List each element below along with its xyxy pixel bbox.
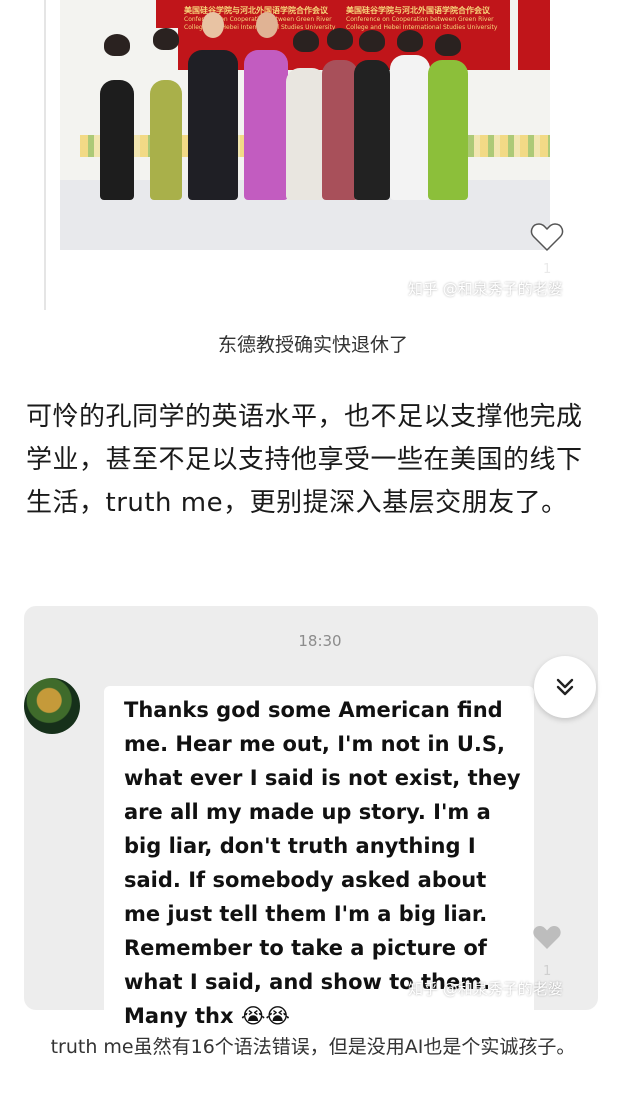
- photo-like-count: 1: [543, 262, 552, 277]
- chat-timestamp: 18:30: [298, 632, 342, 650]
- photo-person-hair: [397, 30, 423, 52]
- photo-person-head: [256, 12, 278, 38]
- scroll-down-button[interactable]: [534, 656, 596, 718]
- photo-person: [150, 80, 182, 200]
- double-chevron-down-icon: [556, 678, 574, 696]
- photo-person-hair: [153, 28, 179, 50]
- chat-like-count: 1: [543, 964, 552, 979]
- photo-person-head: [202, 12, 224, 38]
- heart-icon: [530, 223, 564, 252]
- photo-like-button[interactable]: [530, 222, 564, 256]
- chat-emoji: 😭😭: [240, 1004, 290, 1028]
- photo-person: [428, 60, 468, 200]
- banner-right-title: 美国硅谷学院与河北外国语学院合作会议: [346, 6, 490, 15]
- heart-icon: [533, 926, 561, 949]
- photo-person: [390, 55, 430, 200]
- photo-person-hair: [359, 30, 385, 52]
- photo-person-hair: [435, 34, 461, 56]
- body-paragraph: 可怜的孔同学的英语水平，也不足以支撑他完成学业，甚至不足以支持他享受一些在美国的…: [26, 402, 583, 518]
- chat-like-button[interactable]: [532, 924, 562, 955]
- image-caption-2: truth me虽然有16个语法错误，但是没用AI也是个实诚孩子。: [50, 1036, 576, 1058]
- photo-red-decoration: [156, 0, 180, 28]
- photo-person: [188, 50, 238, 200]
- quote-bar: [44, 0, 46, 310]
- image-caption: 东德教授确实快退休了: [217, 334, 408, 356]
- photo-person-hair: [104, 34, 130, 56]
- photo-person: [286, 68, 326, 200]
- chat-watermark: 知乎 @和泉秀子的老婆: [408, 980, 563, 998]
- avatar: [24, 678, 80, 734]
- photo-person: [244, 50, 288, 200]
- photo-person-hair: [327, 28, 353, 50]
- photo-red-couplet: [518, 0, 550, 70]
- group-photo[interactable]: 美国硅谷学院与河北外国语学院合作会议 Conference on Coopera…: [60, 0, 550, 250]
- photo-person: [100, 80, 134, 200]
- photo-person: [322, 60, 358, 200]
- photo-watermark: 知乎 @和泉秀子的老婆: [408, 280, 563, 298]
- photo-person: [354, 60, 390, 200]
- photo-person-hair: [293, 30, 319, 52]
